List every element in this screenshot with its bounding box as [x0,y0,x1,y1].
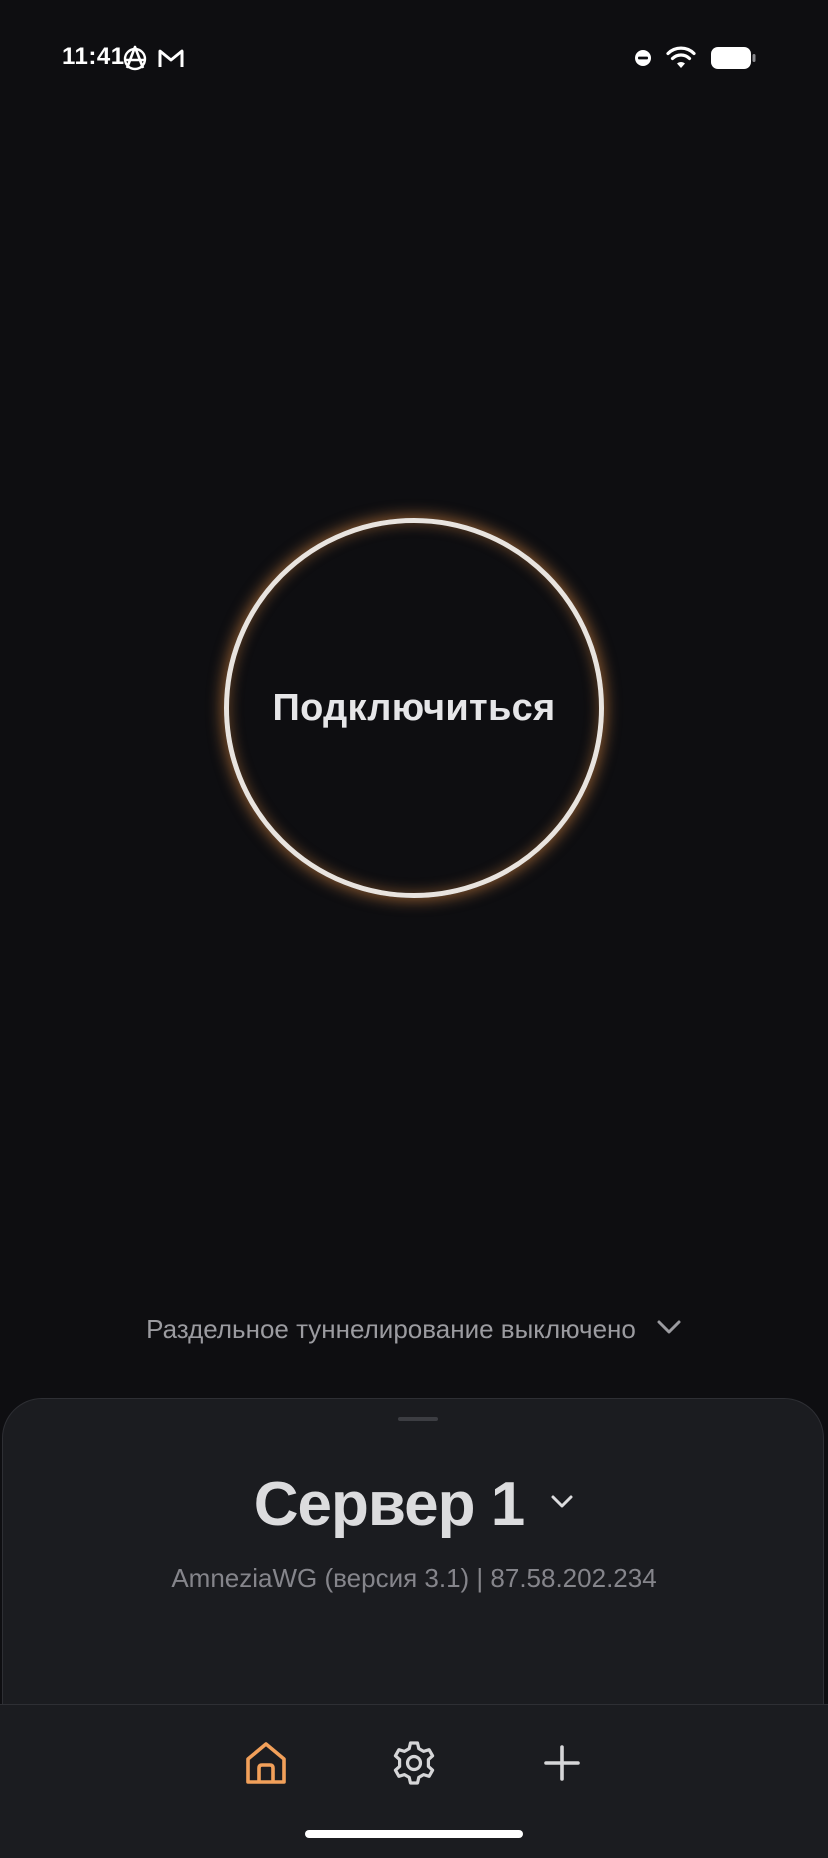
server-info: AmneziaWG (версия 3.1) | 87.58.202.234 [171,1563,657,1593]
do-not-disturb-icon [634,49,652,67]
connect-label: Подключиться [272,686,556,729]
anarchy-icon [122,45,148,71]
battery-icon [710,46,756,70]
home-indicator[interactable] [305,1830,523,1838]
server-name: Сервер 1 [253,1469,525,1539]
chevron-down-icon [550,1494,574,1515]
status-system-icons [634,46,756,70]
tab-settings[interactable] [384,1735,444,1795]
split-tunneling-dropdown[interactable]: Раздельное туннелирование выключено [0,1306,828,1352]
status-bar: 11:41 [0,0,828,118]
home-icon [243,1740,289,1791]
server-selector[interactable]: Сервер 1 [3,1459,825,1549]
gmail-icon [158,47,184,69]
tab-home[interactable] [236,1735,296,1795]
main-screen: 11:41 Подключиться Раздельное туннелиров… [0,0,828,1858]
connect-button[interactable]: Подключиться [224,518,604,898]
status-time: 11:41 [62,43,125,70]
tab-add[interactable] [532,1735,592,1795]
drag-handle[interactable] [398,1417,438,1421]
split-tunneling-label: Раздельное туннелирование выключено [146,1313,636,1344]
chevron-down-icon [656,1318,682,1341]
plus-icon [542,1743,582,1788]
wifi-icon [666,46,696,70]
status-notification-icons [122,45,184,71]
gear-icon [391,1740,437,1791]
